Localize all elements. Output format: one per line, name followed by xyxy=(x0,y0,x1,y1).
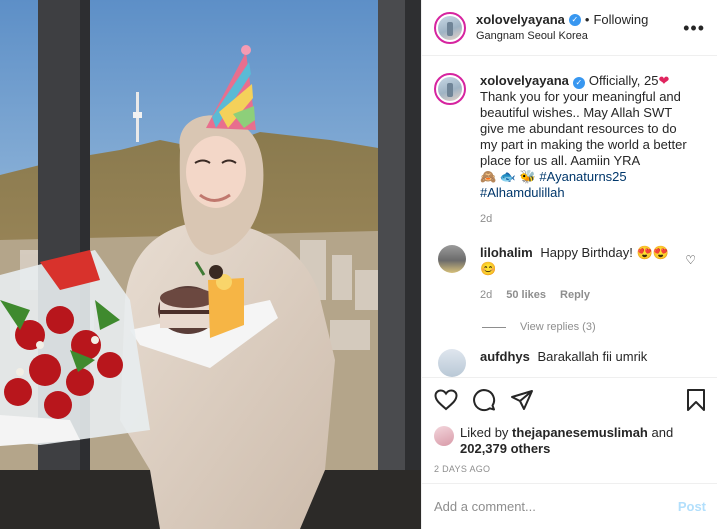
likes-text: Liked by thejapanesemuslimah and 202,379… xyxy=(460,425,673,457)
action-bar: Liked by thejapanesemuslimah and 202,379… xyxy=(422,377,717,474)
post-photo[interactable] xyxy=(0,0,421,529)
likes-summary: Liked by thejapanesemuslimah and 202,379… xyxy=(434,425,706,457)
paper-plane-icon[interactable] xyxy=(510,389,534,411)
comment-text: lilohalim Happy Birthday! 😍😍 😊 2d 50 lik… xyxy=(480,245,680,303)
liked-by-and: and xyxy=(651,425,674,440)
caption-username[interactable]: xolovelyayana xyxy=(480,73,569,88)
author-avatar[interactable] xyxy=(434,11,466,44)
red-heart-emoji: ❤ xyxy=(658,73,670,88)
comment-text: aufdhys Barakallah fii umrik xyxy=(480,349,692,365)
comment-input[interactable] xyxy=(434,499,678,514)
commenter-avatar[interactable] xyxy=(438,245,466,273)
heart-outline-icon[interactable] xyxy=(434,389,458,411)
verified-badge-icon: ✓ xyxy=(568,13,581,26)
author-username[interactable]: xolovelyayana xyxy=(476,12,565,28)
comment-like-heart-icon[interactable]: ♡ xyxy=(685,253,696,267)
birthday-photo-illustration xyxy=(0,0,421,529)
following-button[interactable]: Following xyxy=(593,12,648,28)
reply-button[interactable]: Reply xyxy=(560,287,590,303)
add-comment-bar: Post xyxy=(422,483,717,529)
author-info: xolovelyayana ✓ • Following Gangnam Seou… xyxy=(476,12,648,44)
caption: xolovelyayana ✓ Officially, 25❤ Thank you … xyxy=(434,73,706,227)
post-header: xolovelyayana ✓ • Following Gangnam Seou… xyxy=(422,0,717,56)
action-icons xyxy=(434,388,706,412)
commenter-avatar[interactable] xyxy=(438,349,466,377)
liked-by-prefix: Liked by xyxy=(460,425,509,440)
separator-dot: • xyxy=(584,11,590,27)
comment-age[interactable]: 2d xyxy=(480,287,492,303)
comment-username[interactable]: lilohalim xyxy=(480,245,533,260)
speech-bubble-icon[interactable] xyxy=(472,388,496,412)
comment-username[interactable]: aufdhys xyxy=(480,349,530,364)
caption-author-avatar[interactable] xyxy=(434,73,466,105)
view-replies-button[interactable]: View replies (3) xyxy=(482,321,706,333)
likes-others-count[interactable]: 202,379 others xyxy=(460,441,550,456)
caption-body: Thank you for your meaningful and beauti… xyxy=(480,89,687,168)
caption-emojis: 🙈 🐟 🐝 xyxy=(480,169,536,184)
verified-badge-icon: ✓ xyxy=(572,77,585,89)
caption-lead: Officially, 25 xyxy=(588,73,659,88)
hashtag-ayanaturns25[interactable]: #Ayanaturns25 xyxy=(539,169,626,184)
comment-meta: 2d 50 likes Reply xyxy=(480,287,680,303)
replies-divider xyxy=(482,326,506,328)
ellipsis-icon[interactable]: ••• xyxy=(683,19,705,37)
hashtag-alhamdulillah[interactable]: #Alhamdulillah xyxy=(480,185,565,200)
caption-text: xolovelyayana ✓ Officially, 25❤ Thank you … xyxy=(480,73,692,227)
post-timestamp[interactable]: 2 DAYS AGO xyxy=(434,464,706,474)
caption-meta: 2d xyxy=(480,211,692,227)
post-comment-button[interactable]: Post xyxy=(678,499,706,514)
comment-message: Barakallah fii umrik xyxy=(537,349,648,364)
liker-avatar[interactable] xyxy=(434,426,454,446)
comments-section[interactable]: xolovelyayana ✓ Officially, 25❤ Thank you … xyxy=(422,57,717,377)
post-side-panel: xolovelyayana ✓ • Following Gangnam Seou… xyxy=(421,0,717,529)
view-replies-label: View replies (3) xyxy=(520,321,596,333)
comment-item: aufdhys Barakallah fii umrik xyxy=(434,349,706,377)
bookmark-icon[interactable] xyxy=(686,388,706,412)
post-location[interactable]: Gangnam Seoul Korea xyxy=(476,28,648,44)
comment-item: lilohalim Happy Birthday! 😍😍 😊 2d 50 lik… xyxy=(434,245,706,303)
caption-age[interactable]: 2d xyxy=(480,211,492,227)
comment-message: Happy Birthday! xyxy=(540,245,633,260)
comment-likes[interactable]: 50 likes xyxy=(506,287,546,303)
liked-by-username[interactable]: thejapanesemuslimah xyxy=(512,425,648,440)
